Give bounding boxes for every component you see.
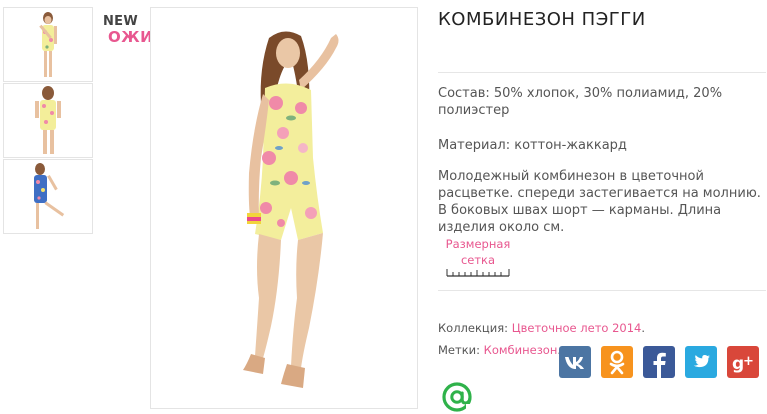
product-description: Молодежный комбинезон в цветочной расцве… [438,169,761,235]
ruler-icon[interactable] [446,268,510,277]
collection-link[interactable]: Цветочное лето 2014 [512,321,642,335]
google-plus-icon: g + [732,354,754,374]
facebook-icon [653,352,666,378]
vk-icon [565,357,584,369]
product-material: Материал: коттон-жаккард [438,138,627,153]
tags-meta: Метки: Комбинезон. [438,343,561,357]
divider [438,290,766,291]
thumbnail-front[interactable] [3,7,93,82]
svg-text:+: + [743,354,754,369]
product-title: КОМБИНЕЗОН ПЭГГИ [438,9,646,30]
vk-share-button[interactable] [559,346,591,378]
tags-label: Метки: [438,343,480,357]
twitter-share-button[interactable] [685,346,717,378]
thumbnail-gallery [3,7,95,235]
product-composition: Состав: 50% хлопок, 30% полиамид, 20% по… [438,86,723,118]
twitter-icon [693,355,710,368]
collection-meta: Коллекция: Цветочное лето 2014. [438,321,645,335]
thumbnail-back[interactable] [3,83,93,158]
collection-label: Коллекция: [438,321,509,335]
new-badge: NEW [103,14,138,29]
model-illustration [151,8,417,408]
divider [438,72,766,73]
size-chart-link[interactable]: Размерная сетка [445,236,511,268]
odnoklassniki-share-button[interactable] [601,346,633,378]
google-plus-share-button[interactable]: g + [727,346,759,378]
punctuation: . [641,321,646,335]
tag-link[interactable]: Комбинезон [484,343,558,357]
main-product-image[interactable] [150,7,418,409]
facebook-share-button[interactable] [643,346,675,378]
mail-share-icon[interactable] [440,380,474,414]
thumbnail-blue-variant[interactable] [3,159,93,234]
odnoklassniki-icon [609,350,625,375]
